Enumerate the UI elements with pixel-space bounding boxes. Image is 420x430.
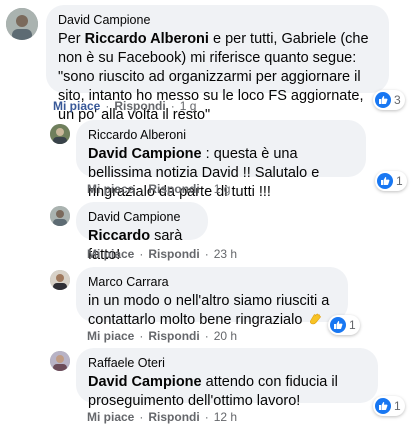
timestamp[interactable]: 1 g: [180, 99, 197, 113]
reply-button[interactable]: Rispondi: [148, 329, 199, 343]
clapping-hands-icon: [308, 312, 322, 326]
timestamp[interactable]: 23 h: [214, 247, 237, 261]
reply-button[interactable]: Rispondi: [148, 247, 199, 261]
like-button[interactable]: Mi piace: [87, 182, 134, 196]
comment-author[interactable]: David Campione: [88, 210, 196, 225]
comment-text: in un modo o nell'altro siamo riusciti a…: [88, 293, 330, 328]
comment-author[interactable]: Riccardo Alberoni: [88, 128, 354, 143]
reaction-counter[interactable]: 1: [328, 315, 360, 335]
mention-link[interactable]: Riccardo: [88, 228, 150, 244]
like-icon: [377, 173, 393, 189]
reply-button[interactable]: Rispondi: [148, 410, 199, 424]
like-icon: [375, 398, 391, 414]
reply-button[interactable]: Rispondi: [114, 99, 165, 113]
comment-actions: Mi piace · Rispondi · 12 h: [87, 410, 238, 424]
comment-bubble: Riccardo Alberoni David Campione : quest…: [76, 120, 366, 200]
comment-actions: Mi piace · Rispondi · 1 g: [53, 99, 197, 113]
reaction-count: 1: [394, 399, 401, 413]
timestamp[interactable]: 12 h: [214, 410, 237, 424]
reply-button[interactable]: Rispondi: [148, 182, 199, 196]
like-icon: [330, 317, 346, 333]
comment-bubble: David Campione Per Riccardo Alberoni e p…: [46, 5, 389, 123]
reaction-counter[interactable]: 3: [373, 90, 405, 110]
comment-actions: Mi piace · Rispondi · 23 h: [87, 247, 238, 261]
comment-actions: Mi piace · Rispondi · 1 g: [87, 182, 231, 196]
avatar[interactable]: [50, 124, 70, 144]
reaction-count: 1: [349, 318, 356, 332]
comment-author[interactable]: Marco Carrara: [88, 275, 336, 290]
comment-author[interactable]: David Campione: [58, 13, 377, 28]
like-icon: [375, 92, 391, 108]
reaction-count: 1: [396, 174, 403, 188]
comment-bubble: Marco Carrara in un modo o nell'altro si…: [76, 267, 348, 328]
reaction-counter[interactable]: 1: [373, 396, 405, 416]
reaction-count: 3: [394, 93, 401, 107]
comment-bubble: Raffaele Oteri David Campione attendo co…: [76, 348, 378, 409]
like-button[interactable]: Mi piace: [53, 99, 100, 113]
like-button[interactable]: Mi piace: [87, 410, 134, 424]
avatar[interactable]: [50, 351, 70, 371]
mention-link[interactable]: David Campione: [88, 146, 202, 162]
comment-author[interactable]: Raffaele Oteri: [88, 356, 366, 371]
comment-bubble: David Campione Riccardo sarà fatto!: [76, 202, 208, 263]
comment-actions: Mi piace · Rispondi · 20 h: [87, 329, 238, 343]
avatar[interactable]: [50, 270, 70, 290]
mention-link[interactable]: David Campione: [88, 374, 202, 390]
mention-link[interactable]: Riccardo Alberoni: [85, 31, 209, 47]
reaction-counter[interactable]: 1: [375, 171, 407, 191]
like-button[interactable]: Mi piace: [87, 247, 134, 261]
timestamp[interactable]: 20 h: [214, 329, 237, 343]
avatar[interactable]: [6, 8, 38, 40]
avatar[interactable]: [50, 206, 70, 226]
like-button[interactable]: Mi piace: [87, 329, 134, 343]
comment-text: David Campione attendo con fiducia il pr…: [88, 374, 338, 409]
timestamp[interactable]: 1 g: [214, 182, 231, 196]
